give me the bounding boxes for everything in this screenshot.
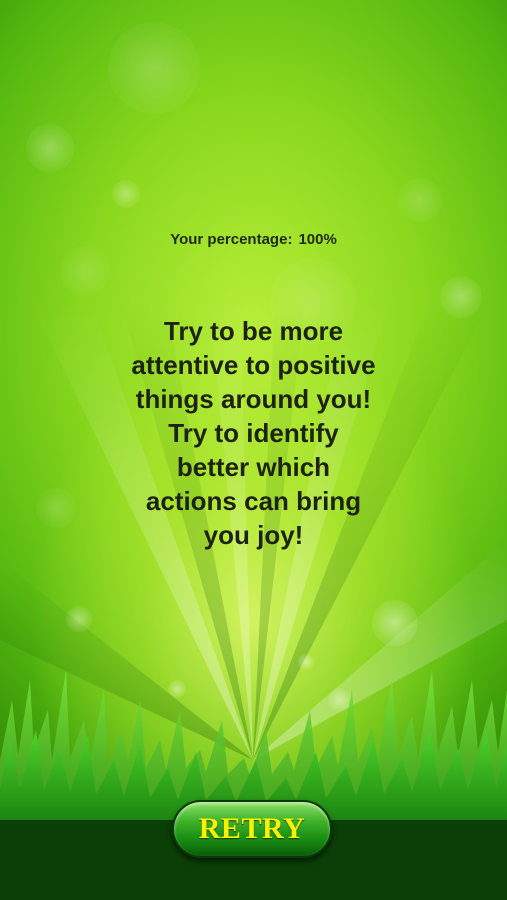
bokeh-light [108,22,200,114]
message-line: better which [176,452,331,482]
message-line: attentive to positive [131,350,376,380]
percentage-value: 100% [298,231,337,248]
percentage-line: Your percentage: 100% [0,231,507,248]
bokeh-light [112,180,140,208]
grass-foreground [0,670,507,900]
retry-button[interactable]: RETRY [172,800,332,858]
message-line: things around you! [135,384,372,414]
message-line: Try to be more [163,316,344,346]
bokeh-light [398,178,442,222]
bokeh-light [440,276,482,318]
message-line: Try to identify [168,418,339,448]
message-line: you joy! [203,520,304,550]
bokeh-light [66,606,92,632]
retry-button-label: RETRY [198,812,306,845]
message-line: actions can bring [145,486,362,516]
result-message: Try to be more attentive to positive thi… [60,314,447,552]
bokeh-light [60,246,110,296]
percentage-label: Your percentage: [170,231,293,248]
bokeh-light [26,124,74,172]
result-screen: Your percentage: 100% Try to be more atte… [0,0,507,900]
